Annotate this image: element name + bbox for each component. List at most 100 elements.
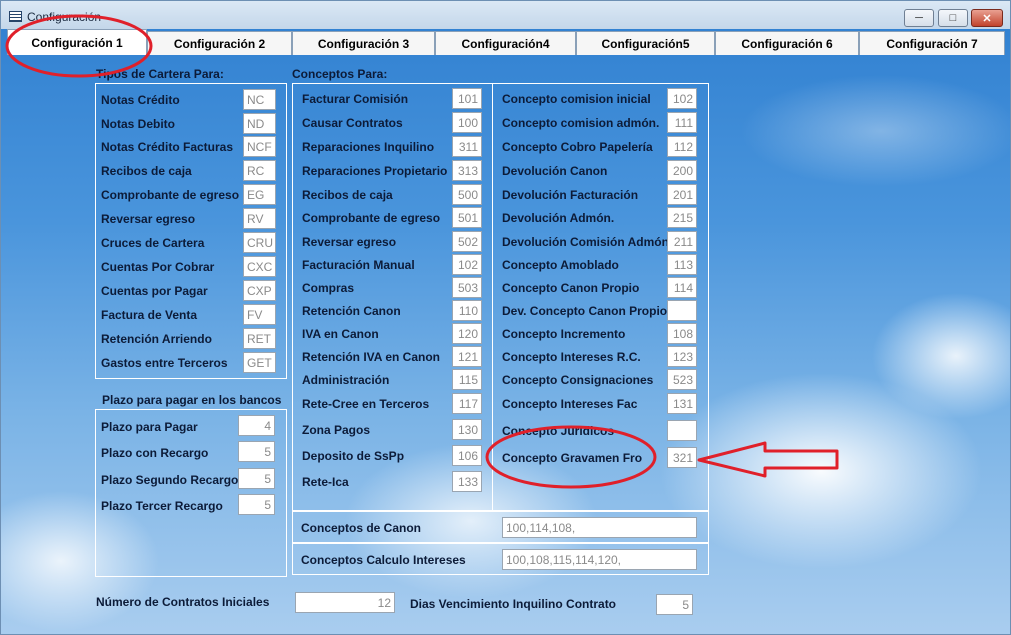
concepto-col1-item-label: Retención Canon bbox=[302, 304, 401, 318]
concepto-col1-item-label: Comprobante de egreso bbox=[302, 211, 441, 225]
concepto-col2-item-label: Devolución Facturación bbox=[502, 188, 639, 202]
tab-configuracion-1[interactable]: Configuración 1 bbox=[7, 29, 147, 55]
concepto-col2-item-input[interactable]: 200 bbox=[667, 160, 697, 181]
cartera-item-input[interactable]: NC bbox=[243, 89, 276, 110]
canon-input[interactable]: 100,114,108, bbox=[502, 517, 697, 538]
concepto-col2-item-label: Concepto Intereses Fac bbox=[502, 397, 638, 411]
concepto-col2-item-input[interactable]: 114 bbox=[667, 277, 697, 298]
plazo-item-input[interactable]: 5 bbox=[238, 494, 275, 515]
concepto-col2-item-label: Devolución Comisión Admón. bbox=[502, 235, 673, 249]
minimize-icon: ─ bbox=[915, 12, 923, 24]
cartera-item-input[interactable]: CRU bbox=[243, 232, 276, 253]
cartera-item-input[interactable]: FV bbox=[243, 304, 276, 325]
concepto-col1-item-label: Deposito de SsPp bbox=[302, 449, 405, 463]
dias-input[interactable]: 5 bbox=[656, 594, 693, 615]
concepto-col1-item-input[interactable]: 313 bbox=[452, 160, 482, 181]
concepto-col2-item-label: Concepto Gravamen Fro bbox=[502, 451, 643, 465]
cartera-item-input[interactable]: RC bbox=[243, 160, 276, 181]
intereses-input[interactable]: 100,108,115,114,120, bbox=[502, 549, 697, 570]
concepto-col2-item-input[interactable]: 123 bbox=[667, 346, 697, 367]
plazo-item-input[interactable]: 4 bbox=[238, 415, 275, 436]
concepto-col1-item-input[interactable]: 106 bbox=[452, 445, 482, 466]
concepto-col1-item-input[interactable]: 120 bbox=[452, 323, 482, 344]
concepto-col2-item-input[interactable]: 102 bbox=[667, 88, 697, 109]
tab-configuracion-5[interactable]: Configuración5 bbox=[576, 31, 715, 55]
cartera-item-label: Cuentas por Pagar bbox=[101, 284, 208, 298]
concepto-col1-item-input[interactable]: 102 bbox=[452, 254, 482, 275]
cartera-item-input[interactable]: RV bbox=[243, 208, 276, 229]
contratos-input[interactable]: 12 bbox=[295, 592, 395, 613]
table-app-icon bbox=[9, 11, 22, 22]
concepto-col2-item-label: Concepto Consignaciones bbox=[502, 373, 654, 387]
concepto-col2-item-label: Dev. Concepto Canon Propio bbox=[502, 304, 668, 318]
concepto-col1-item-input[interactable]: 117 bbox=[452, 393, 482, 414]
concepto-col1-item-input[interactable]: 501 bbox=[452, 207, 482, 228]
tab-configuracion-4[interactable]: Configuración4 bbox=[435, 31, 576, 55]
tab-configuracion-2[interactable]: Configuración 2 bbox=[147, 31, 292, 55]
plazo-item-input[interactable]: 5 bbox=[238, 441, 275, 462]
concepto-col1-item-input[interactable]: 101 bbox=[452, 88, 482, 109]
concepto-col2-item-input[interactable]: 113 bbox=[667, 254, 697, 275]
concepto-col2-item-input[interactable]: 201 bbox=[667, 184, 697, 205]
concepto-col2-item-input[interactable]: 112 bbox=[667, 136, 697, 157]
concepto-col1-item-input[interactable]: 110 bbox=[452, 300, 482, 321]
concepto-col2-item-label: Concepto Intereses R.C. bbox=[502, 350, 641, 364]
concepto-col2-item-label: Concepto comision inicial bbox=[502, 92, 651, 106]
concepto-col1-item-input[interactable]: 502 bbox=[452, 231, 482, 252]
concepto-col2-item-input[interactable]: 108 bbox=[667, 323, 697, 344]
plazo-item-label: Plazo con Recargo bbox=[101, 446, 209, 460]
concepto-col1-item-input[interactable]: 100 bbox=[452, 112, 482, 133]
concepto-col2-item-label: Concepto Canon Propio bbox=[502, 281, 640, 295]
concepto-col1-item-input[interactable]: 500 bbox=[452, 184, 482, 205]
concepto-col1-item-label: Rete-Cree en Terceros bbox=[302, 397, 430, 411]
plazo-title: Plazo para pagar en los bancos bbox=[102, 393, 282, 407]
concepto-col1-item-label: Rete-Ica bbox=[302, 475, 349, 489]
concepto-col2-item-input[interactable]: 523 bbox=[667, 369, 697, 390]
concepto-col2-item-label: Devolución Canon bbox=[502, 164, 608, 178]
configuration-window: Configuración ─ □ ✕ Configuración 1 Conf… bbox=[0, 0, 1011, 635]
concepto-col1-item-input[interactable]: 121 bbox=[452, 346, 482, 367]
maximize-button[interactable]: □ bbox=[938, 9, 968, 27]
concepto-col2-item-input[interactable]: 211 bbox=[667, 231, 697, 252]
concepto-col2-item-label: Concepto Amoblado bbox=[502, 258, 619, 272]
concepto-col1-item-label: IVA en Canon bbox=[302, 327, 379, 341]
cartera-item-input[interactable]: ND bbox=[243, 113, 276, 134]
concepto-col2-item-input[interactable] bbox=[667, 300, 697, 321]
concepto-col2-item-input[interactable] bbox=[667, 420, 697, 441]
window-title: Configuración bbox=[27, 10, 102, 24]
tab-configuracion-3[interactable]: Configuración 3 bbox=[292, 31, 435, 55]
maximize-icon: □ bbox=[949, 12, 957, 24]
concepto-col1-item-label: Compras bbox=[302, 281, 355, 295]
cartera-item-label: Recibos de caja bbox=[101, 164, 192, 178]
concepto-col2-item-label: Concepto Juridicos bbox=[502, 424, 615, 438]
close-button[interactable]: ✕ bbox=[971, 9, 1003, 27]
cartera-item-input[interactable]: CXC bbox=[243, 256, 276, 277]
concepto-col1-item-label: Facturación Manual bbox=[302, 258, 415, 272]
concepto-col1-item-input[interactable]: 115 bbox=[452, 369, 482, 390]
cartera-item-input[interactable]: NCF bbox=[243, 136, 276, 157]
concepto-col2-item-input[interactable]: 131 bbox=[667, 393, 697, 414]
concepto-col1-item-input[interactable]: 133 bbox=[452, 471, 482, 492]
cartera-item-input[interactable]: EG bbox=[243, 184, 276, 205]
concepto-col2-item-input[interactable]: 111 bbox=[667, 112, 697, 133]
intereses-label: Conceptos Calculo Intereses bbox=[301, 553, 466, 567]
plazo-item-input[interactable]: 5 bbox=[238, 468, 275, 489]
concepto-col2-item-input[interactable]: 215 bbox=[667, 207, 697, 228]
concepto-col1-item-label: Reparaciones Inquilino bbox=[302, 140, 435, 154]
concepto-col2-item-input[interactable]: 321 bbox=[667, 447, 697, 468]
concepto-col1-item-input[interactable]: 311 bbox=[452, 136, 482, 157]
cartera-item-input[interactable]: RET bbox=[243, 328, 276, 349]
close-icon: ✕ bbox=[982, 12, 992, 25]
concepto-col1-item-label: Administración bbox=[302, 373, 390, 387]
concepto-col1-item-input[interactable]: 503 bbox=[452, 277, 482, 298]
cartera-item-input[interactable]: GET bbox=[243, 352, 276, 373]
tab-configuracion-7[interactable]: Configuración 7 bbox=[859, 31, 1005, 55]
cartera-item-label: Factura de Venta bbox=[101, 308, 198, 322]
cartera-item-label: Comprobante de egreso bbox=[101, 188, 240, 202]
minimize-button[interactable]: ─ bbox=[904, 9, 934, 27]
cartera-item-input[interactable]: CXP bbox=[243, 280, 276, 301]
concepto-col2-item-label: Concepto comision admón. bbox=[502, 116, 660, 130]
title-bar: Configuración ─ □ ✕ bbox=[1, 1, 1010, 29]
tab-configuracion-6[interactable]: Configuración 6 bbox=[715, 31, 859, 55]
concepto-col1-item-input[interactable]: 130 bbox=[452, 419, 482, 440]
